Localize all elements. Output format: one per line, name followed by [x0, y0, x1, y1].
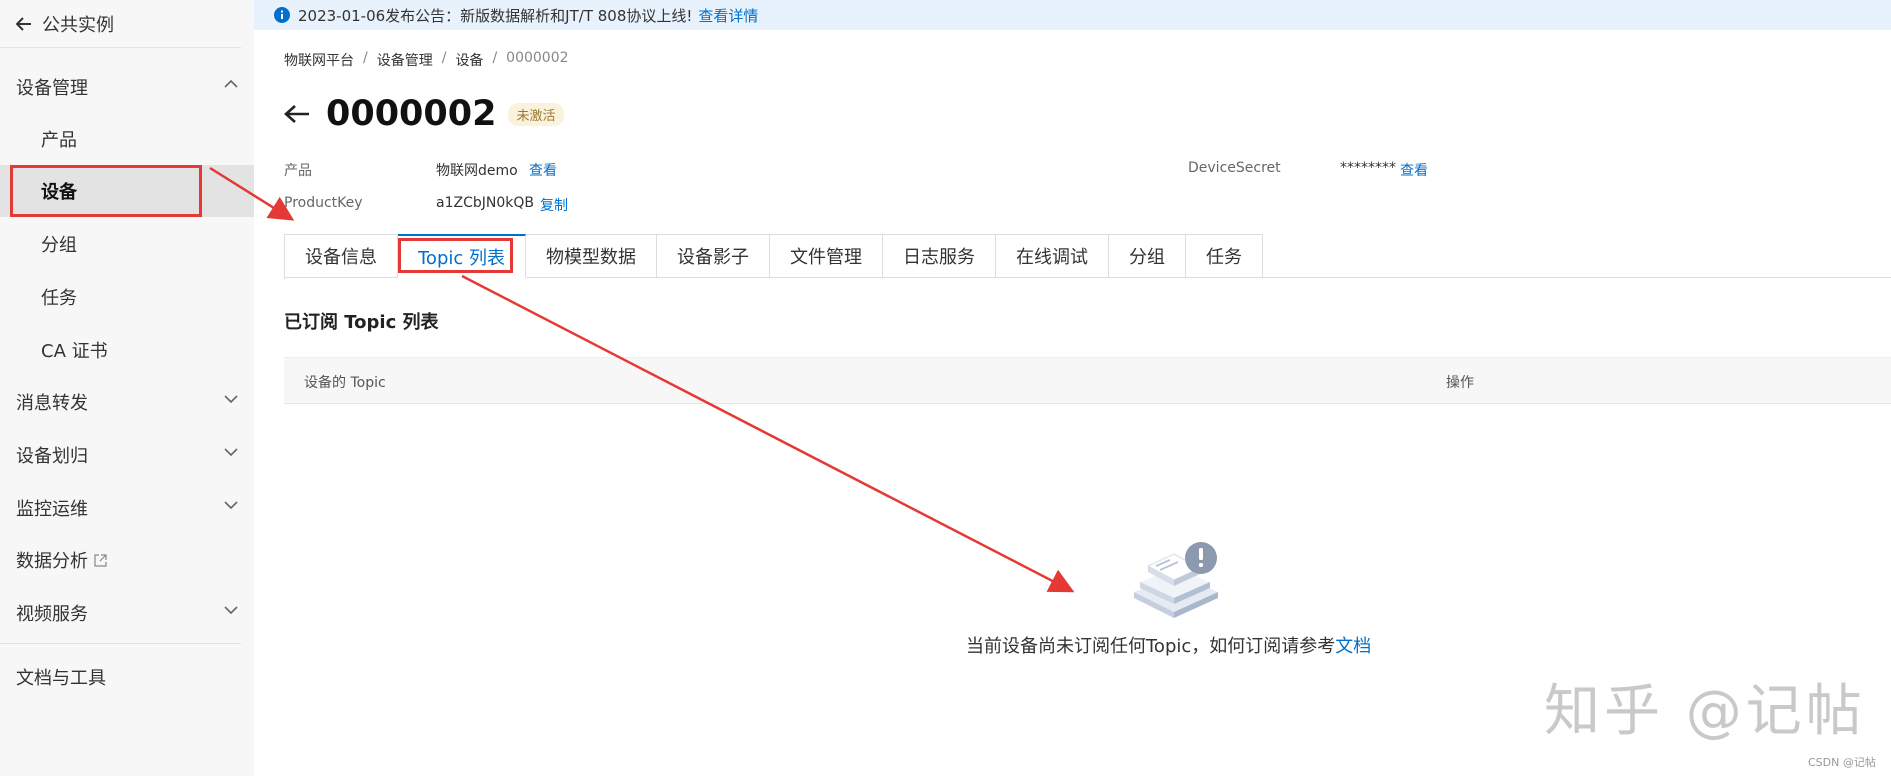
credit-text: CSDN @记帖 [1808, 756, 1876, 769]
watermark: 知乎 @记帖 [1544, 679, 1866, 744]
annotation-arrow-sidebar [209, 166, 295, 221]
annotation-arrow-topic [461, 274, 1075, 593]
annotation-arrows [209, 166, 1075, 593]
